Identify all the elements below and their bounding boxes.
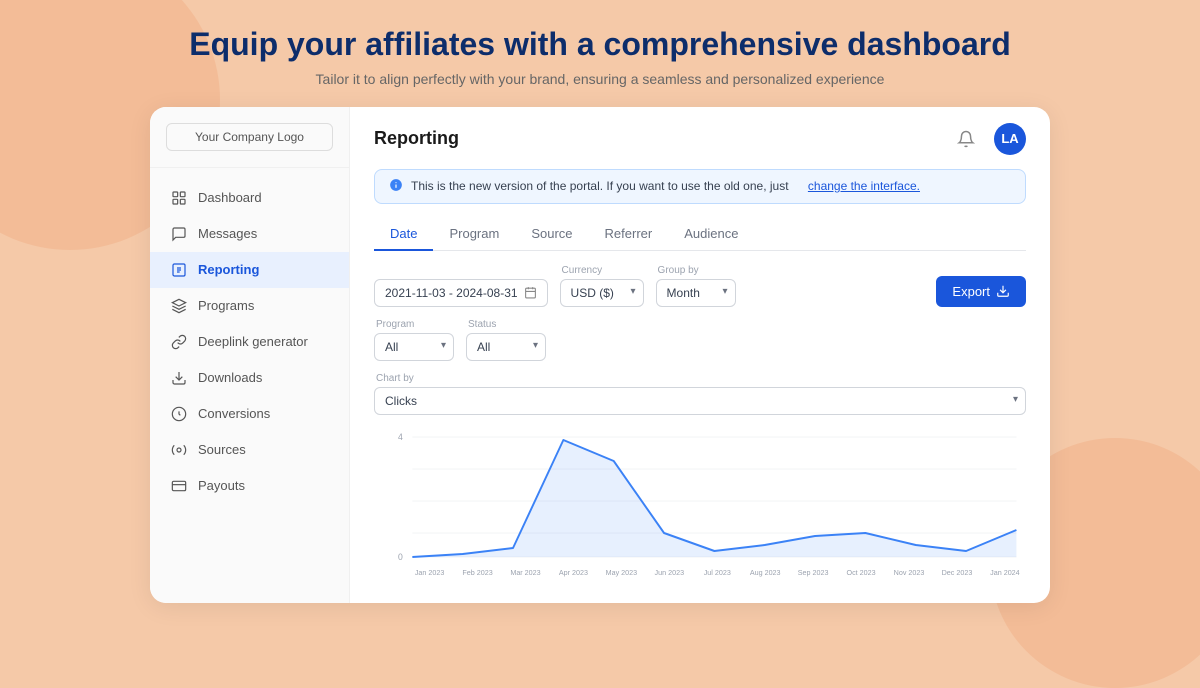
date-range-value: 2021-11-03 - 2024-08-31	[385, 286, 518, 300]
svg-text:Apr 2023: Apr 2023	[559, 567, 588, 576]
nav-label-messages: Messages	[198, 226, 257, 241]
nav-label-programs: Programs	[198, 298, 254, 313]
svg-text:Jan 2024: Jan 2024	[990, 567, 1020, 576]
chart-container: 4 0 Jan 2023 Feb 2023 Mar 2023 Apr 2023 …	[374, 427, 1026, 587]
program-label: Program	[374, 319, 454, 330]
avatar: LA	[994, 123, 1026, 155]
sidebar-item-deeplink[interactable]: Deeplink generator	[150, 324, 349, 360]
tabs: DateProgramSourceReferrerAudience	[374, 218, 1026, 251]
nav-list: Dashboard Messages Reporting Programs Deepli…	[150, 168, 349, 516]
sidebar-item-payouts[interactable]: Payouts	[150, 468, 349, 504]
notification-bell-icon[interactable]	[950, 123, 982, 155]
top-bar-right: LA	[950, 123, 1026, 155]
currency-filter-group: Currency USD ($) EUR (€) ▾	[560, 265, 644, 307]
conversions-icon	[170, 405, 188, 423]
svg-text:Jun 2023: Jun 2023	[655, 567, 685, 576]
tab-date[interactable]: Date	[374, 218, 433, 251]
sidebar-item-programs[interactable]: Programs	[150, 288, 349, 324]
tab-audience[interactable]: Audience	[668, 218, 754, 251]
info-icon	[389, 178, 403, 195]
nav-label-dashboard: Dashboard	[198, 190, 262, 205]
group-by-label: Group by	[656, 265, 736, 276]
sidebar-item-dashboard[interactable]: Dashboard	[150, 180, 349, 216]
currency-label: Currency	[560, 265, 644, 276]
dashboard-icon	[170, 189, 188, 207]
main-content: Reporting LA This is the new version of …	[350, 107, 1050, 603]
sidebar-item-messages[interactable]: Messages	[150, 216, 349, 252]
svg-text:0: 0	[398, 551, 403, 561]
payouts-icon	[170, 477, 188, 495]
svg-text:Jan 2023: Jan 2023	[415, 567, 445, 576]
dashboard-card: Your Company Logo Dashboard Messages Repor…	[150, 107, 1050, 603]
export-icon	[996, 284, 1010, 298]
svg-text:Mar 2023: Mar 2023	[510, 567, 540, 576]
svg-text:Jul 2023: Jul 2023	[704, 567, 731, 576]
export-label: Export	[952, 284, 990, 299]
chart-by-row: Chart by Clicks Conversions Revenue ▾	[374, 373, 1026, 415]
svg-text:Nov 2023: Nov 2023	[894, 567, 925, 576]
nav-label-sources: Sources	[198, 442, 246, 457]
svg-text:Feb 2023: Feb 2023	[462, 567, 492, 576]
status-filter-group: Status All ▾	[466, 319, 546, 361]
deeplink-icon	[170, 333, 188, 351]
group-by-filter-group: Group by Month Week Day ▾	[656, 265, 736, 307]
downloads-icon	[170, 369, 188, 387]
programs-icon	[170, 297, 188, 315]
info-link[interactable]: change the interface.	[808, 179, 920, 193]
sources-icon	[170, 441, 188, 459]
currency-select[interactable]: USD ($) EUR (€)	[560, 279, 644, 307]
group-by-select[interactable]: Month Week Day	[656, 279, 736, 307]
top-bar: Reporting LA	[374, 123, 1026, 155]
chart-by-label: Chart by	[374, 373, 1026, 384]
info-banner: This is the new version of the portal. I…	[374, 169, 1026, 204]
hero-header: Equip your affiliates with a comprehensi…	[189, 26, 1011, 87]
sidebar: Your Company Logo Dashboard Messages Repor…	[150, 107, 350, 603]
export-button[interactable]: Export	[936, 276, 1026, 307]
svg-text:May 2023: May 2023	[606, 567, 638, 576]
status-label: Status	[466, 319, 546, 330]
page-title: Reporting	[374, 128, 459, 149]
svg-text:Aug 2023: Aug 2023	[750, 567, 781, 576]
sidebar-item-sources[interactable]: Sources	[150, 432, 349, 468]
sidebar-item-downloads[interactable]: Downloads	[150, 360, 349, 396]
nav-label-payouts: Payouts	[198, 478, 245, 493]
company-logo: Your Company Logo	[166, 123, 333, 151]
sidebar-item-conversions[interactable]: Conversions	[150, 396, 349, 432]
nav-label-deeplink: Deeplink generator	[198, 334, 308, 349]
sub-title: Tailor it to align perfectly with your b…	[189, 71, 1011, 87]
filters-row-1: 2021-11-03 - 2024-08-31 Currency USD ($)…	[374, 265, 1026, 307]
nav-label-reporting: Reporting	[198, 262, 259, 277]
chart-by-group: Chart by Clicks Conversions Revenue ▾	[374, 373, 1026, 415]
line-chart: 4 0 Jan 2023 Feb 2023 Mar 2023 Apr 2023 …	[374, 427, 1026, 587]
main-title: Equip your affiliates with a comprehensi…	[189, 26, 1011, 63]
svg-text:4: 4	[398, 431, 403, 441]
sidebar-item-reporting[interactable]: Reporting	[150, 252, 349, 288]
filters-row-2: Program All ▾ Status All ▾	[374, 319, 1026, 361]
date-range-input[interactable]: 2021-11-03 - 2024-08-31	[374, 279, 548, 307]
nav-label-downloads: Downloads	[198, 370, 262, 385]
svg-text:Dec 2023: Dec 2023	[942, 567, 973, 576]
program-select[interactable]: All	[374, 333, 454, 361]
date-filter-group: 2021-11-03 - 2024-08-31	[374, 279, 548, 307]
tab-source[interactable]: Source	[515, 218, 588, 251]
program-filter-group: Program All ▾	[374, 319, 454, 361]
chart-by-select[interactable]: Clicks Conversions Revenue	[374, 387, 1026, 415]
status-select[interactable]: All	[466, 333, 546, 361]
nav-label-conversions: Conversions	[198, 406, 270, 421]
reporting-icon	[170, 261, 188, 279]
svg-text:Oct 2023: Oct 2023	[847, 567, 876, 576]
tab-referrer[interactable]: Referrer	[589, 218, 669, 251]
messages-icon	[170, 225, 188, 243]
tab-program[interactable]: Program	[433, 218, 515, 251]
svg-text:Sep 2023: Sep 2023	[798, 567, 829, 576]
logo-area: Your Company Logo	[150, 123, 349, 168]
info-text: This is the new version of the portal. I…	[411, 179, 789, 193]
